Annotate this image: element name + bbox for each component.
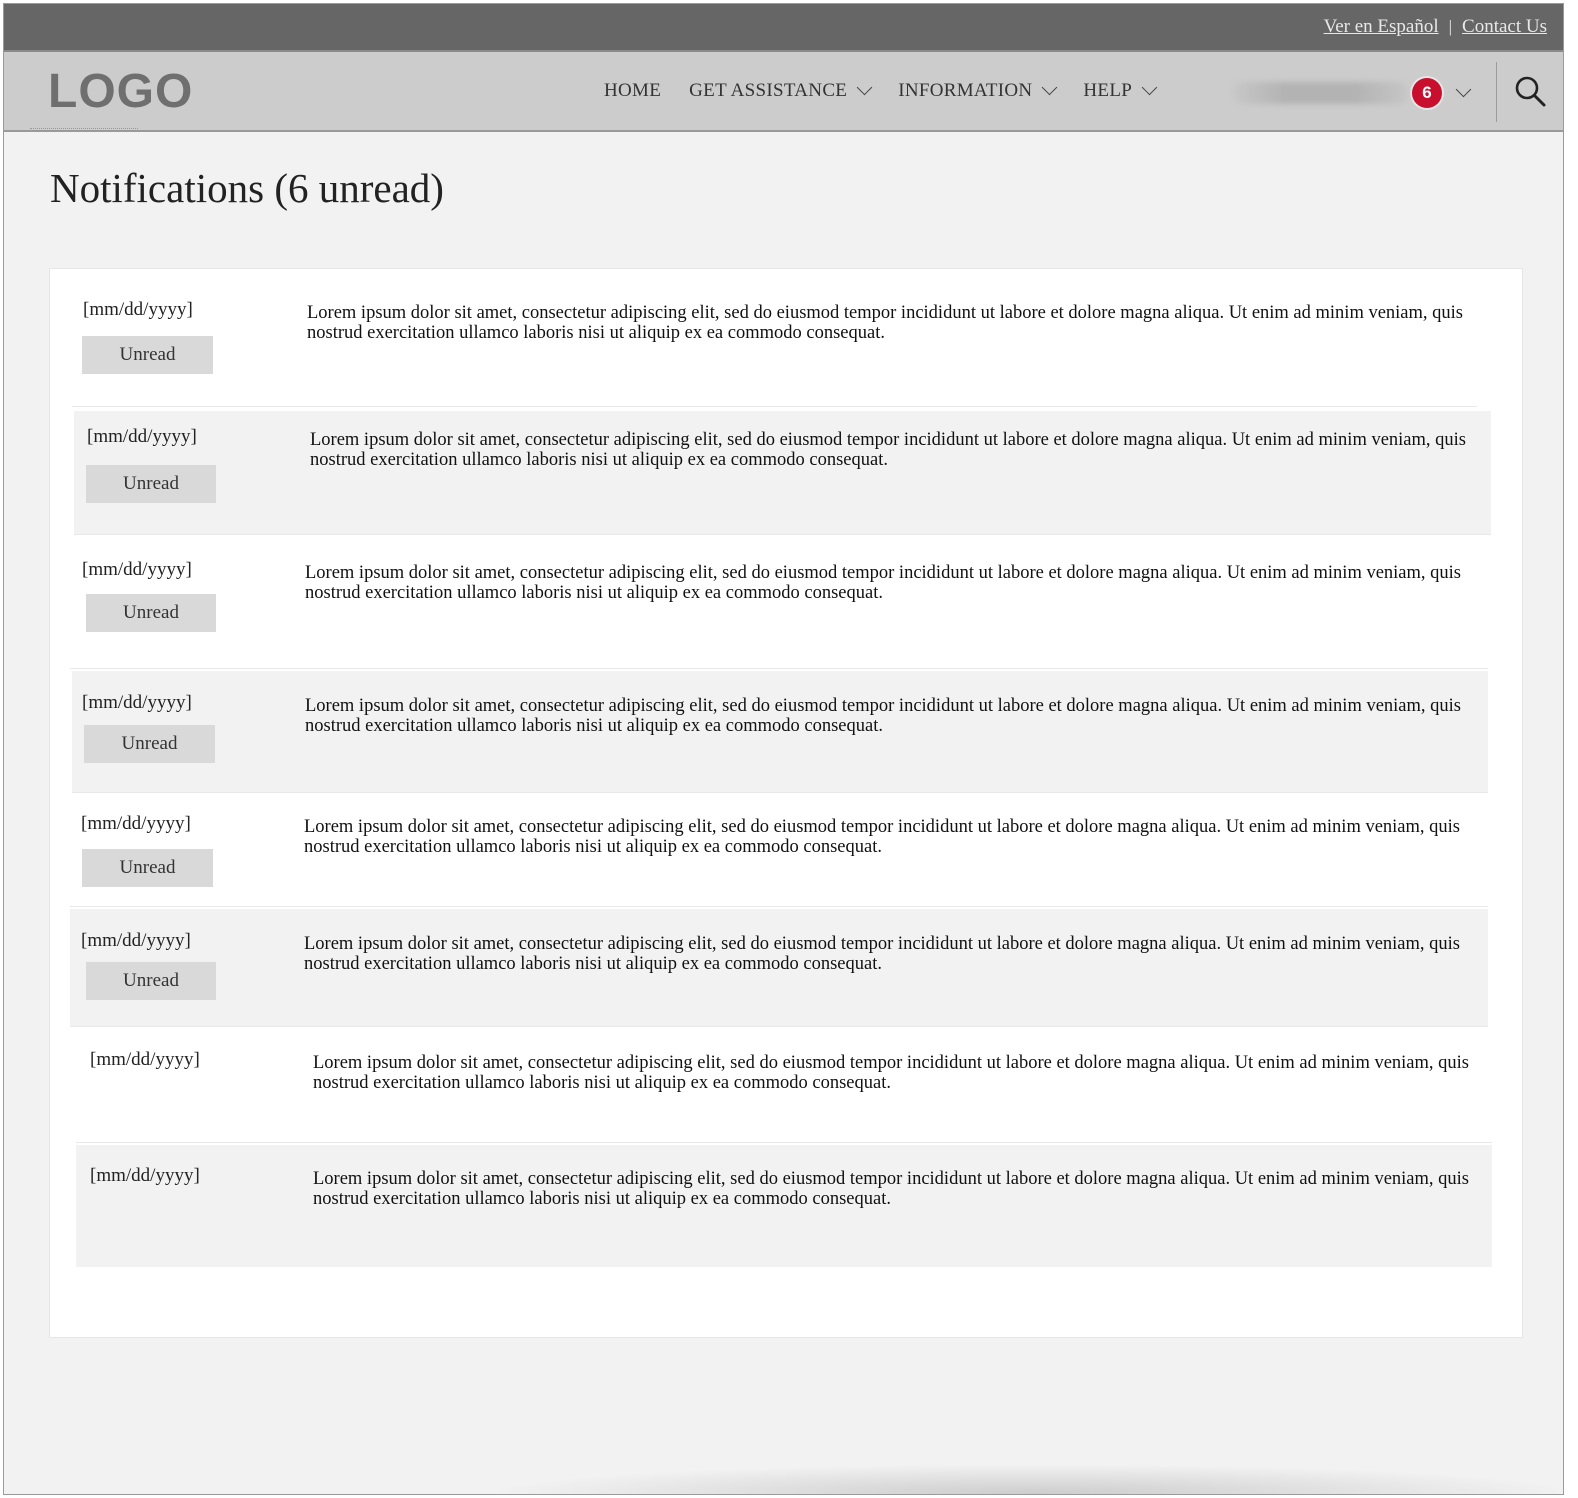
notification-date: [mm/dd/yyyy] bbox=[82, 559, 192, 580]
unread-status-button[interactable]: Unread bbox=[86, 465, 216, 503]
page-frame: Ver en Español | Contact Us LOGO HOME GE… bbox=[3, 3, 1564, 1495]
notification-message: Lorem ipsum dolor sit amet, consectetur … bbox=[313, 1053, 1469, 1093]
nav-get-assistance-label: GET ASSISTANCE bbox=[689, 80, 848, 101]
chevron-down-icon[interactable] bbox=[1455, 81, 1472, 98]
chevron-down-icon bbox=[1141, 79, 1158, 96]
unread-status-button[interactable]: Unread bbox=[86, 594, 216, 632]
nav-help-label: HELP bbox=[1083, 80, 1133, 101]
notification-date: [mm/dd/yyyy] bbox=[87, 426, 197, 447]
notification-date: [mm/dd/yyyy] bbox=[81, 930, 191, 951]
notification-message: Lorem ipsum dolor sit amet, consectetur … bbox=[304, 934, 1460, 974]
notification-date: [mm/dd/yyyy] bbox=[90, 1049, 200, 1070]
logo[interactable]: LOGO bbox=[48, 64, 193, 119]
logo-underline bbox=[30, 128, 138, 129]
notification-row[interactable] bbox=[70, 537, 1488, 669]
user-name-redacted bbox=[1232, 82, 1408, 104]
notification-message: Lorem ipsum dolor sit amet, consectetur … bbox=[313, 1169, 1469, 1209]
nav-get-assistance[interactable]: GET ASSISTANCE bbox=[689, 79, 873, 102]
nav-home-label: HOME bbox=[604, 80, 662, 101]
unread-status-button[interactable]: Unread bbox=[82, 849, 213, 887]
notification-message: Lorem ipsum dolor sit amet, consectetur … bbox=[305, 563, 1461, 603]
nav-divider bbox=[1496, 62, 1497, 122]
notification-message: Lorem ipsum dolor sit amet, consectetur … bbox=[310, 430, 1466, 470]
unread-status-button[interactable]: Unread bbox=[86, 962, 216, 1000]
chevron-down-icon bbox=[1042, 79, 1058, 96]
unread-status-button[interactable]: Unread bbox=[84, 725, 215, 763]
search-button[interactable] bbox=[1512, 74, 1548, 110]
main-nav-bar: LOGO HOME GET ASSISTANCE INFORMATION HEL… bbox=[4, 52, 1563, 132]
chevron-down-icon bbox=[856, 79, 873, 96]
utility-separator: | bbox=[1448, 17, 1453, 36]
nav-help[interactable]: HELP bbox=[1083, 79, 1158, 102]
page-title: Notifications (6 unread) bbox=[50, 165, 444, 211]
utility-bar: Ver en Español | Contact Us bbox=[4, 4, 1563, 52]
nav-information-label: INFORMATION bbox=[898, 80, 1033, 101]
notification-count-badge[interactable]: 6 bbox=[1412, 78, 1442, 108]
notification-message: Lorem ipsum dolor sit amet, consectetur … bbox=[304, 817, 1460, 857]
nav-home[interactable]: HOME bbox=[604, 80, 661, 102]
contact-us-link[interactable]: Contact Us bbox=[1462, 16, 1547, 38]
search-icon bbox=[1515, 76, 1546, 107]
user-menu[interactable]: 6 bbox=[1232, 78, 1472, 108]
nav-information[interactable]: INFORMATION bbox=[898, 79, 1058, 102]
spanish-link[interactable]: Ver en Español bbox=[1324, 16, 1439, 38]
nav-menu: HOME GET ASSISTANCE INFORMATION HELP bbox=[604, 79, 1183, 102]
page-bottom-shadow bbox=[484, 1464, 1563, 1494]
notification-date: [mm/dd/yyyy] bbox=[82, 692, 192, 713]
notification-message: Lorem ipsum dolor sit amet, consectetur … bbox=[307, 303, 1463, 343]
unread-status-button[interactable]: Unread bbox=[82, 336, 213, 374]
notification-message: Lorem ipsum dolor sit amet, consectetur … bbox=[305, 696, 1461, 736]
notification-date: [mm/dd/yyyy] bbox=[81, 813, 191, 834]
notification-date: [mm/dd/yyyy] bbox=[83, 299, 193, 320]
notifications-panel: [mm/dd/yyyy] Unread Lorem ipsum dolor si… bbox=[49, 268, 1523, 1338]
notification-date: [mm/dd/yyyy] bbox=[90, 1165, 200, 1186]
